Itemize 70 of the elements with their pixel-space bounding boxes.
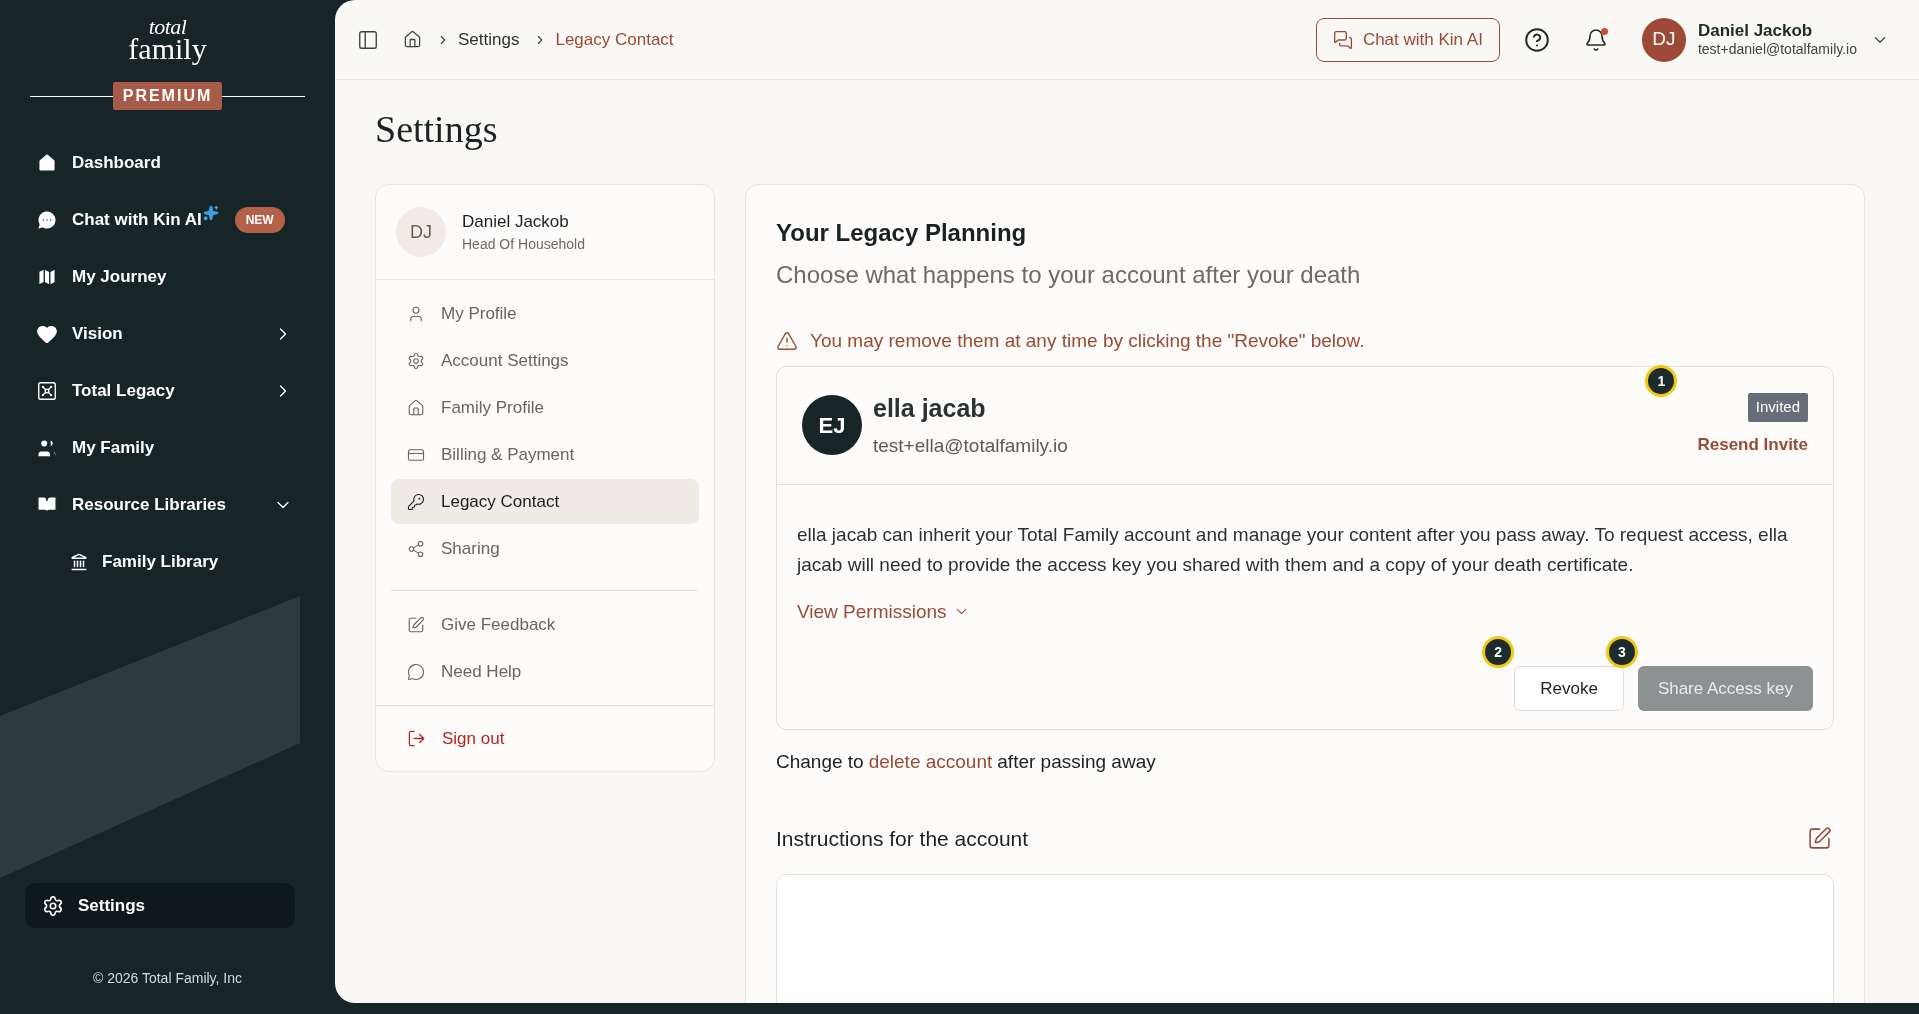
sidebar-item[interactable]: My Family xyxy=(0,419,335,476)
contact-name: ella jacab xyxy=(873,393,987,424)
premium-badge: PREMIUM xyxy=(112,82,223,110)
sidebar-item[interactable]: Dashboard xyxy=(0,134,335,191)
status-badge: Invited xyxy=(1747,393,1808,422)
settings-menu-item[interactable]: My Profile xyxy=(391,291,699,336)
sidebar-item[interactable]: My Journey xyxy=(0,248,335,305)
person-icon xyxy=(407,304,425,323)
chat-bubble-icon xyxy=(407,662,425,681)
warning-icon xyxy=(776,330,798,353)
section-title: Your Legacy Planning xyxy=(776,218,1028,248)
change-text: after passing away xyxy=(997,750,1156,774)
key-icon xyxy=(407,492,425,511)
change-text: Change to xyxy=(776,750,864,774)
sidebar-item[interactable]: Chat with Kin AI NEW xyxy=(0,191,335,248)
resend-invite-link[interactable]: Resend Invite xyxy=(1697,431,1808,457)
contact-email: test+ella@totalfamily.io xyxy=(873,433,1068,458)
sidebar-item[interactable]: Resource Libraries xyxy=(0,476,335,533)
chat-bubbles-icon xyxy=(1332,29,1353,50)
breadcrumb-link[interactable]: Legacy Contact xyxy=(555,26,674,53)
sign-out-button[interactable]: Sign out xyxy=(391,716,505,761)
settings-menu-item[interactable]: Account Settings xyxy=(391,338,699,383)
settings-menu-item[interactable]: Billing & Payment xyxy=(391,432,699,477)
instructions-title: Instructions for the account xyxy=(776,825,1029,852)
section-subtitle: Choose what happens to your account after your death xyxy=(776,260,1362,290)
settings-menu-item[interactable]: Need Help xyxy=(391,649,699,694)
settings-menu-item[interactable]: Family Profile xyxy=(391,385,699,430)
settings-icon xyxy=(42,894,64,917)
profile-role: Head Of Household xyxy=(462,235,585,255)
share-icon xyxy=(407,539,425,558)
profile-avatar: DJ xyxy=(396,207,446,257)
view-permissions-link[interactable]: View Permissions xyxy=(797,597,970,626)
step-marker: 1 xyxy=(1645,365,1678,397)
settings-menu-item[interactable]: Legacy Contact xyxy=(391,479,699,524)
settings-menu-item[interactable]: Give Feedback xyxy=(391,602,699,647)
sidebar-item[interactable]: Vision xyxy=(0,305,335,362)
notification-icon[interactable] xyxy=(1583,27,1608,52)
revoke-button[interactable]: Revoke xyxy=(1514,666,1624,711)
profile-name: Daniel Jackob xyxy=(462,210,570,233)
edit-icon[interactable] xyxy=(1807,825,1832,851)
settings-nav-item[interactable]: Settings xyxy=(25,883,295,928)
settings-menu-item[interactable]: Sharing xyxy=(391,526,699,571)
step-marker: 2 xyxy=(1482,636,1515,668)
house-icon xyxy=(407,398,425,417)
chat-button[interactable]: Chat with Kin AI xyxy=(1315,17,1500,62)
breadcrumb-link[interactable]: Settings xyxy=(458,26,520,53)
delete-account-link[interactable]: delete account xyxy=(868,748,993,777)
sidebar-item[interactable]: Family Library xyxy=(0,533,335,590)
user-avatar[interactable]: DJ xyxy=(1641,17,1686,62)
sidebar-item[interactable]: Total Legacy xyxy=(0,362,335,419)
page-title: Settings xyxy=(375,110,499,148)
instructions-field[interactable] xyxy=(776,874,1834,1003)
edit-icon xyxy=(407,615,425,634)
sidebar-toggle-icon[interactable] xyxy=(357,28,379,51)
user-email: test+daniel@totalfamily.io xyxy=(1697,41,1857,59)
warning-text: You may remove them at any time by clicking the "Revoke" below. xyxy=(810,329,1365,353)
help-icon[interactable] xyxy=(1523,26,1550,53)
chat-bubble-icon xyxy=(36,208,58,231)
contact-description: ella jacab can inherit your Total Family account and manage your content after you pass away. To request access, ella jacab will need to provide the access key you shared with them and a copy of your death certificate. xyxy=(797,522,1789,577)
sign-out-icon xyxy=(407,729,426,748)
bank-icon xyxy=(70,552,88,571)
contact-avatar: EJ xyxy=(802,395,862,455)
house-icon xyxy=(36,151,58,174)
step-marker: 3 xyxy=(1605,636,1638,668)
home-icon[interactable] xyxy=(403,30,422,49)
user-name: Daniel Jackob xyxy=(1697,20,1814,42)
new-badge: NEW xyxy=(234,206,285,233)
settings-icon xyxy=(407,351,425,370)
copyright-text: © 2026 Total Family, Inc xyxy=(91,969,244,988)
safe-icon xyxy=(36,379,58,402)
